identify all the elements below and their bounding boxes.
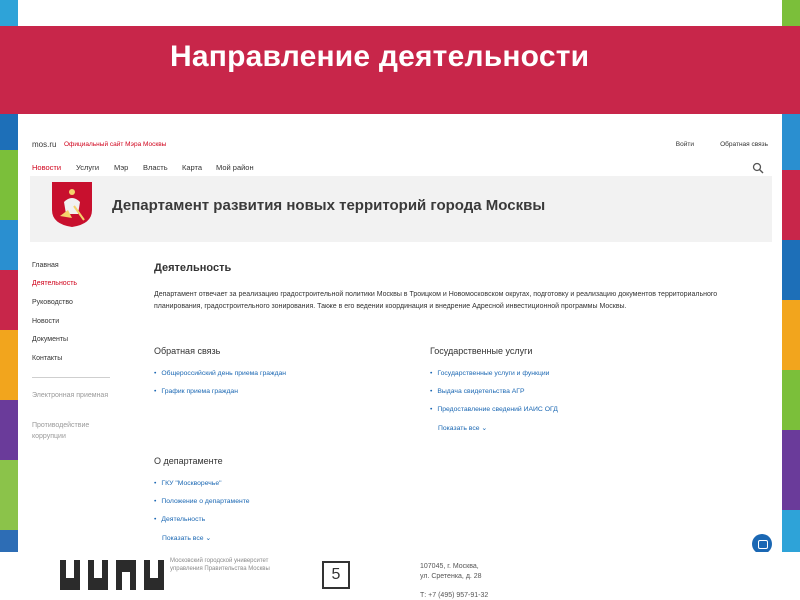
about-block-title: О департаменте xyxy=(154,456,223,466)
university-logo-icon xyxy=(60,560,164,590)
feedback-block-title: Обратная связь xyxy=(154,346,221,356)
link-activity[interactable]: Деятельность xyxy=(154,516,205,523)
sidebar-divider xyxy=(32,377,110,378)
feedback-link[interactable]: Обратная связь xyxy=(720,141,768,148)
page-number: 5 xyxy=(322,561,350,589)
sidebar-item-documents[interactable]: Документы xyxy=(32,336,68,343)
sidebar-item-reception[interactable]: Электронная приемная xyxy=(32,390,122,401)
sidebar-item-home[interactable]: Главная xyxy=(32,262,59,269)
address-line-2: ул. Сретенка, д. 28 xyxy=(420,573,482,580)
nav-item-my-district[interactable]: Мой район xyxy=(216,163,254,172)
sidebar-item-contacts[interactable]: Контакты xyxy=(32,355,62,362)
sidebar-item-management[interactable]: Руководство xyxy=(32,299,73,306)
link-gov-services[interactable]: Государственные услуги и функции xyxy=(430,370,549,377)
site-topbar: mos.ru Официальный сайт Мэра Москвы Войт… xyxy=(32,140,768,152)
nav-item-services[interactable]: Услуги xyxy=(76,163,99,172)
nav-item-mayor[interactable]: Мэр xyxy=(114,163,128,172)
moscow-crest-icon xyxy=(52,182,92,227)
nav-item-map[interactable]: Карта xyxy=(182,163,202,172)
sidebar-item-activity[interactable]: Деятельность xyxy=(32,280,77,287)
nav-item-government[interactable]: Власть xyxy=(143,163,168,172)
main-nav: Новости Услуги Мэр Власть Карта Мой райо… xyxy=(32,162,768,176)
link-reception-day[interactable]: Общероссийский день приема граждан xyxy=(154,370,286,377)
login-link[interactable]: Войти xyxy=(676,141,694,148)
address-line-1: 107045, г. Москва, xyxy=(420,563,479,570)
chat-icon[interactable] xyxy=(752,534,772,554)
services-show-all[interactable]: Показать все ⌄ xyxy=(438,424,487,432)
link-iais-ogd[interactable]: Предоставление сведений ИАИС ОГД xyxy=(430,406,557,413)
university-name: Московский городской университет управле… xyxy=(170,558,270,572)
services-block-title: Государственные услуги xyxy=(430,346,533,356)
department-title: Департамент развития новых территорий го… xyxy=(112,197,546,214)
link-agr-certificate[interactable]: Выдача свидетельства АГР xyxy=(430,388,524,395)
footer-address: 107045, г. Москва, ул. Сретенка, д. 28 xyxy=(420,562,482,582)
website-screenshot: mos.ru Официальный сайт Мэра Москвы Войт… xyxy=(18,116,782,560)
sidebar-item-anticorruption[interactable]: Противодействие коррупции xyxy=(32,420,122,442)
department-header: Департамент развития новых территорий го… xyxy=(30,176,772,242)
link-department-regulation[interactable]: Положение о департаменте xyxy=(154,498,249,505)
about-show-all[interactable]: Показать все ⌄ xyxy=(162,534,211,542)
site-brand-subtitle: Официальный сайт Мэра Москвы xyxy=(64,141,167,148)
page-heading: Деятельность xyxy=(154,262,232,274)
sidebar-item-news[interactable]: Новости xyxy=(32,318,59,325)
slide-title: Направление деятельности xyxy=(170,40,590,73)
nav-item-news[interactable]: Новости xyxy=(32,163,61,172)
page-description: Департамент отвечает за реализацию градо… xyxy=(154,291,718,310)
site-brand[interactable]: mos.ru xyxy=(32,140,56,149)
link-gku-moskvorechye[interactable]: ГКУ "Москворечье" xyxy=(154,480,221,487)
search-icon[interactable] xyxy=(752,162,764,174)
link-reception-schedule[interactable]: График приема граждан xyxy=(154,388,238,395)
footer-phone: Т: +7 (495) 957-91-32 xyxy=(420,592,489,599)
slide-footer: Московский городской университет управле… xyxy=(0,552,800,600)
